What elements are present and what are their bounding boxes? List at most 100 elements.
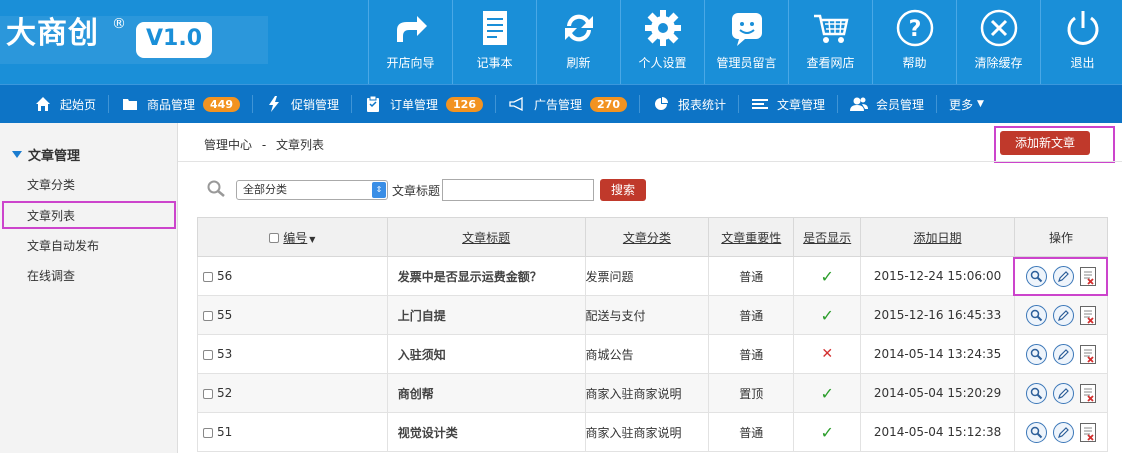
toolbar-view-store[interactable]: 查看网店	[788, 0, 872, 84]
sidebar-section-label: 文章管理	[28, 149, 81, 164]
toolbar-label: 个人设置	[638, 56, 687, 70]
nav-articles[interactable]: 文章管理	[743, 85, 833, 124]
sidebar-item-online-survey[interactable]: 在线调查	[27, 267, 75, 284]
sidebar-item-article-category[interactable]: 文章分类	[27, 176, 75, 193]
sidebar-item-article-list[interactable]: 文章列表	[27, 207, 75, 224]
cell-show[interactable]: ✓	[793, 295, 862, 335]
toolbar-label: 刷新	[566, 56, 591, 70]
view-icon[interactable]	[1025, 343, 1047, 365]
add-article-button[interactable]: 添加新文章	[1000, 131, 1090, 155]
cell-show[interactable]: ✓	[793, 373, 862, 413]
category-select[interactable]: 全部分类 ⇕	[236, 180, 388, 200]
clipboard-icon	[364, 96, 382, 112]
table-row: 51 视觉设计类 商家入驻商家说明 普通 ✓ 2014-05-04 15:12:…	[197, 412, 1109, 452]
clear-icon	[979, 8, 1019, 48]
toolbar-help[interactable]: ? 帮助	[872, 0, 956, 84]
view-icon[interactable]	[1025, 382, 1047, 404]
table-row: 53 入驻须知 商城公告 普通 ✕ 2014-05-14 13:24:35	[197, 334, 1109, 374]
toolbar-personal-settings[interactable]: 个人设置	[620, 0, 704, 84]
delete-icon[interactable]	[1079, 383, 1096, 403]
nav-label: 起始页	[60, 97, 97, 112]
nav-more[interactable]: 更多 ▼	[941, 85, 992, 124]
sort-caret-icon: ▼	[309, 234, 316, 244]
toolbar-admin-message[interactable]: 管理员留言	[704, 0, 788, 84]
nav-label: 更多	[949, 97, 974, 112]
help-icon: ?	[895, 8, 935, 48]
toolbar-logout[interactable]: 退出	[1040, 0, 1122, 84]
edit-icon[interactable]	[1052, 304, 1074, 326]
cell-title[interactable]: 商创帮	[386, 373, 586, 413]
cell-ops	[1013, 412, 1109, 452]
main-content: 管理中心 - 文章列表 添加新文章 全部分类 ⇕ 文章标题 搜索 编号 ▼ 文章标…	[178, 123, 1122, 453]
title-filter-label: 文章标题	[392, 183, 441, 198]
row-id: 53	[217, 347, 233, 361]
nav-label: 促销管理	[291, 97, 340, 112]
cell-title[interactable]: 视觉设计类	[386, 412, 586, 452]
edit-icon[interactable]	[1052, 382, 1074, 404]
cell-importance: 普通	[708, 295, 795, 335]
nav-divider	[351, 95, 353, 113]
sidebar-item-auto-publish[interactable]: 文章自动发布	[27, 237, 99, 254]
toolbar-label: 退出	[1070, 56, 1095, 70]
expand-triangle-icon	[12, 151, 22, 158]
breadcrumb-home[interactable]: 管理中心	[204, 138, 252, 152]
col-importance-header[interactable]: 文章重要性	[708, 217, 795, 257]
show-status-icon: ✕	[821, 346, 834, 362]
cell-show[interactable]: ✓	[793, 412, 862, 452]
col-show-header[interactable]: 是否显示	[793, 217, 862, 257]
sidebar-section-title[interactable]: 文章管理	[12, 145, 80, 164]
delete-icon[interactable]	[1079, 305, 1096, 325]
cell-show[interactable]: ✓	[793, 256, 862, 296]
view-icon[interactable]	[1025, 421, 1047, 443]
nav-reports[interactable]: 报表统计	[644, 85, 734, 124]
breadcrumb-separator: -	[261, 138, 267, 152]
nav-promotion[interactable]: 促销管理	[257, 85, 347, 124]
col-importance-label: 文章重要性	[721, 230, 782, 245]
nav-orders[interactable]: 订单管理 126	[356, 85, 491, 124]
nav-members[interactable]: 会员管理	[842, 85, 932, 124]
row-checkbox[interactable]	[203, 310, 213, 321]
nav-home[interactable]: 起始页	[26, 85, 104, 124]
title-search-input[interactable]	[442, 179, 595, 201]
edit-icon[interactable]	[1052, 343, 1074, 365]
cell-title[interactable]: 上门自提	[386, 295, 586, 335]
cell-show[interactable]: ✕	[793, 334, 862, 374]
toolbar: 开店向导 记事本 刷新 个人设置 管理员留言 查看网店 ? 帮助 清除缓存 退出	[368, 0, 1122, 84]
message-smile-icon	[727, 8, 767, 48]
delete-icon[interactable]	[1079, 344, 1096, 364]
nav-goods[interactable]: 商品管理 449	[113, 85, 248, 124]
divider	[178, 161, 1122, 162]
col-ops-header: 操作	[1013, 217, 1109, 257]
search-button[interactable]: 搜索	[600, 179, 647, 201]
col-title-header[interactable]: 文章标题	[386, 217, 586, 257]
row-checkbox[interactable]	[203, 349, 213, 360]
cell-id: 51	[197, 412, 388, 452]
nav-divider	[936, 95, 938, 113]
toolbar-refresh[interactable]: 刷新	[536, 0, 620, 84]
toolbar-notepad[interactable]: 记事本	[452, 0, 536, 84]
delete-icon[interactable]	[1079, 422, 1096, 442]
col-category-header[interactable]: 文章分类	[584, 217, 710, 257]
article-table: 编号 ▼ 文章标题 文章分类 文章重要性 是否显示 添加日期 操作 56 发票中是…	[197, 217, 1109, 452]
refresh-icon	[559, 8, 599, 48]
notepad-icon	[475, 8, 515, 48]
row-checkbox[interactable]	[203, 427, 213, 438]
nav-divider	[252, 95, 253, 113]
col-date-header[interactable]: 添加日期	[860, 217, 1015, 257]
view-icon[interactable]	[1025, 304, 1047, 326]
row-checkbox[interactable]	[203, 271, 213, 282]
row-checkbox[interactable]	[203, 388, 213, 399]
toolbar-label: 帮助	[902, 56, 927, 70]
share-arrow-icon	[391, 8, 431, 48]
select-all-checkbox[interactable]	[269, 233, 280, 243]
nav-ads[interactable]: 广告管理 270	[500, 85, 635, 124]
toolbar-clear-cache[interactable]: 清除缓存	[956, 0, 1040, 84]
toolbar-label: 清除缓存	[974, 56, 1023, 70]
col-id-header[interactable]: 编号 ▼	[197, 217, 388, 257]
cell-title[interactable]: 发票中是否显示运费金额？	[386, 256, 586, 296]
caret-down-icon: ▼	[977, 99, 984, 109]
cell-date: 2014-05-14 13:24:35	[860, 334, 1015, 374]
edit-icon[interactable]	[1052, 421, 1074, 443]
cell-title[interactable]: 入驻须知	[386, 334, 586, 374]
toolbar-store-wizard[interactable]: 开店向导	[368, 0, 452, 84]
